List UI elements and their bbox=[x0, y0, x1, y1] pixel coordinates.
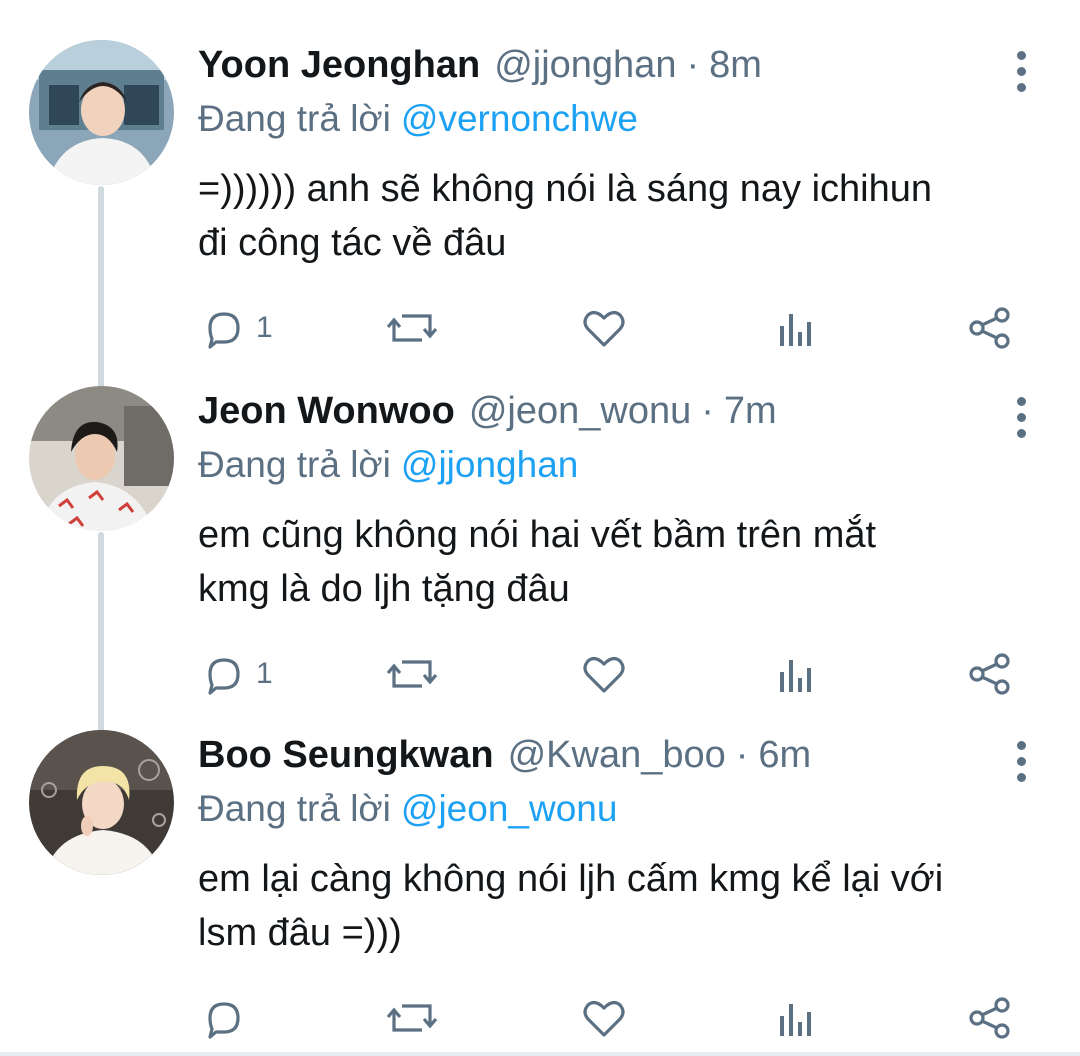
separator-dot: · bbox=[686, 44, 700, 86]
retweet-button[interactable] bbox=[386, 644, 438, 704]
display-name[interactable]: Jeon Wonwoo bbox=[198, 390, 455, 433]
thread-connector-line bbox=[98, 186, 104, 390]
like-button[interactable] bbox=[580, 298, 628, 358]
like-button[interactable] bbox=[580, 988, 628, 1048]
reply-count: 1 bbox=[256, 657, 273, 690]
timestamp[interactable]: 7m bbox=[724, 390, 777, 433]
like-icon bbox=[583, 1001, 625, 1037]
timestamp[interactable]: 6m bbox=[758, 734, 811, 777]
tweet-header: Boo Seungkwan @Kwan_boo · 6m bbox=[198, 734, 811, 786]
analytics-button[interactable] bbox=[776, 644, 816, 704]
retweet-icon bbox=[386, 1004, 438, 1032]
more-options-icon[interactable] bbox=[1006, 46, 1036, 96]
tweet-text-line: =)))))) anh sẽ không nói là sáng nay ich… bbox=[198, 168, 933, 210]
analytics-icon bbox=[780, 1004, 811, 1036]
display-name[interactable]: Boo Seungkwan bbox=[198, 734, 494, 777]
reply-icon bbox=[208, 312, 240, 349]
tweet-text-line: em cũng không nói hai vết bầm trên mắt bbox=[198, 514, 877, 556]
tweet-actions bbox=[0, 988, 1080, 1048]
tweet-actions: 1 bbox=[0, 644, 1080, 704]
user-handle[interactable]: @jeon_wonu bbox=[469, 390, 691, 433]
reply-icon bbox=[208, 658, 240, 695]
mention-link[interactable]: @jeon_wonu bbox=[401, 788, 618, 829]
share-icon bbox=[969, 307, 1010, 349]
timestamp[interactable]: 8m bbox=[709, 44, 762, 87]
user-handle[interactable]: @jjonghan bbox=[494, 44, 676, 87]
replying-to: Đang trả lời @vernonchwe bbox=[198, 98, 638, 140]
replying-to-label: Đang trả lời bbox=[198, 98, 391, 139]
reply-icon bbox=[208, 1002, 240, 1039]
tweet-actions: 1 bbox=[0, 298, 1080, 358]
avatar[interactable] bbox=[29, 730, 174, 875]
user-handle[interactable]: @Kwan_boo bbox=[508, 734, 726, 777]
tweet-text: em cũng không nói hai vết bầm trên mắt k… bbox=[198, 508, 1058, 616]
mention-link[interactable]: @jjonghan bbox=[401, 444, 578, 485]
share-icon bbox=[969, 653, 1010, 695]
like-icon bbox=[583, 311, 625, 347]
tweet-text: em lại càng không nói ljh cấm kmg kể lại… bbox=[198, 852, 1058, 960]
retweet-icon bbox=[386, 660, 438, 688]
share-button[interactable] bbox=[966, 988, 1014, 1048]
more-options-icon[interactable] bbox=[1006, 736, 1036, 786]
avatar-image bbox=[29, 386, 174, 531]
share-button[interactable] bbox=[966, 298, 1014, 358]
tweet-text-line: lsm đâu =))) bbox=[198, 912, 402, 954]
avatar[interactable] bbox=[29, 40, 174, 185]
replying-to: Đang trả lời @jjonghan bbox=[198, 444, 578, 486]
tweet-header: Yoon Jeonghan @jjonghan · 8m bbox=[198, 44, 762, 96]
share-button[interactable] bbox=[966, 644, 1014, 704]
replying-to-label: Đang trả lời bbox=[198, 788, 391, 829]
reply-button[interactable] bbox=[200, 988, 256, 1048]
retweet-button[interactable] bbox=[386, 298, 438, 358]
separator-dot: · bbox=[735, 734, 749, 776]
avatar-image bbox=[29, 730, 174, 875]
avatar[interactable] bbox=[29, 386, 174, 531]
tweet-text-line: em lại càng không nói ljh cấm kmg kể lại… bbox=[198, 858, 944, 900]
more-options-icon[interactable] bbox=[1006, 392, 1036, 442]
separator-dot: · bbox=[701, 390, 714, 432]
reply-button[interactable]: 1 bbox=[200, 298, 273, 358]
tweet-text-line: đi công tác về đâu bbox=[198, 222, 507, 264]
share-icon bbox=[969, 997, 1010, 1039]
analytics-button[interactable] bbox=[776, 298, 816, 358]
analytics-icon bbox=[780, 660, 811, 692]
retweet-button[interactable] bbox=[386, 988, 438, 1048]
reply-count: 1 bbox=[256, 311, 273, 344]
reply-button[interactable]: 1 bbox=[200, 644, 273, 704]
tweet-text: =)))))) anh sẽ không nói là sáng nay ich… bbox=[198, 162, 1058, 270]
retweet-icon bbox=[386, 314, 438, 342]
tweet-header: Jeon Wonwoo @jeon_wonu · 7m bbox=[198, 390, 777, 442]
tweet-thread: Yoon Jeonghan @jjonghan · 8m Đang trả lờ… bbox=[0, 0, 1080, 1056]
like-button[interactable] bbox=[580, 644, 628, 704]
mention-link[interactable]: @vernonchwe bbox=[401, 98, 638, 139]
replying-to-label: Đang trả lời bbox=[198, 444, 391, 485]
analytics-button[interactable] bbox=[776, 988, 816, 1048]
display-name[interactable]: Yoon Jeonghan bbox=[198, 44, 480, 87]
divider bbox=[0, 1052, 1080, 1056]
like-icon bbox=[583, 657, 625, 693]
tweet-text-line: kmg là do ljh tặng đâu bbox=[198, 568, 570, 610]
avatar-image bbox=[29, 40, 174, 185]
replying-to: Đang trả lời @jeon_wonu bbox=[198, 788, 617, 830]
analytics-icon bbox=[780, 314, 811, 346]
